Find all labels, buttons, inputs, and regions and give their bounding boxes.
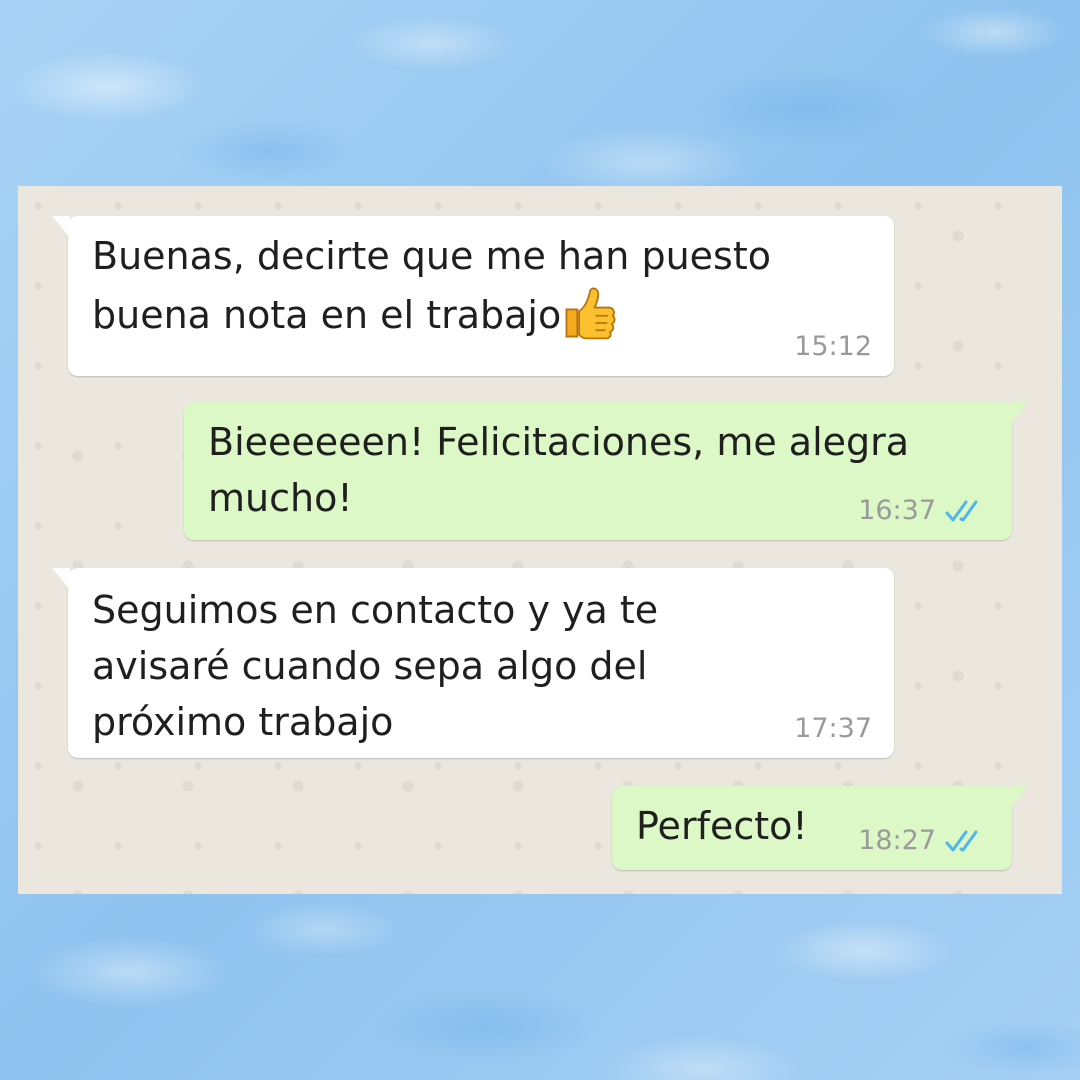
message-bubble-incoming[interactable]: Seguimos en contacto y ya te avisaré cua… — [52, 568, 894, 758]
chat-panel: Buenas, decirte que me han puesto buena … — [18, 186, 1062, 894]
message-bubble-outgoing[interactable]: Bieeeeeen! Felicitaciones, me alegra muc… — [184, 402, 1028, 540]
message-time: 18:27 — [858, 825, 936, 856]
message-text: Perfecto! — [636, 804, 808, 848]
message-bubble-outgoing[interactable]: Perfecto! 18:27 — [612, 786, 1028, 870]
message-text: Buenas, decirte que me han puesto buena … — [92, 234, 771, 337]
message-time: 17:37 — [794, 713, 872, 744]
double-check-read-icon — [945, 500, 978, 522]
double-check-read-icon — [945, 830, 978, 852]
message-bubble-incoming[interactable]: Buenas, decirte que me han puesto buena … — [52, 216, 894, 376]
bubble-tail — [1010, 402, 1028, 424]
message-meta: 15:12 — [794, 332, 872, 362]
message-meta: 18:27 — [858, 826, 990, 856]
message-meta: 16:37 — [858, 496, 990, 526]
message-text: Seguimos en contacto y ya te avisaré cua… — [92, 588, 659, 744]
bubble-tail — [52, 568, 70, 590]
message-time: 15:12 — [794, 331, 872, 362]
message-time: 16:37 — [858, 495, 936, 526]
message-meta: 17:37 — [794, 714, 872, 744]
bubble-tail — [52, 216, 70, 238]
thumbs-up-icon — [565, 287, 616, 340]
bubble-tail — [1010, 786, 1028, 808]
